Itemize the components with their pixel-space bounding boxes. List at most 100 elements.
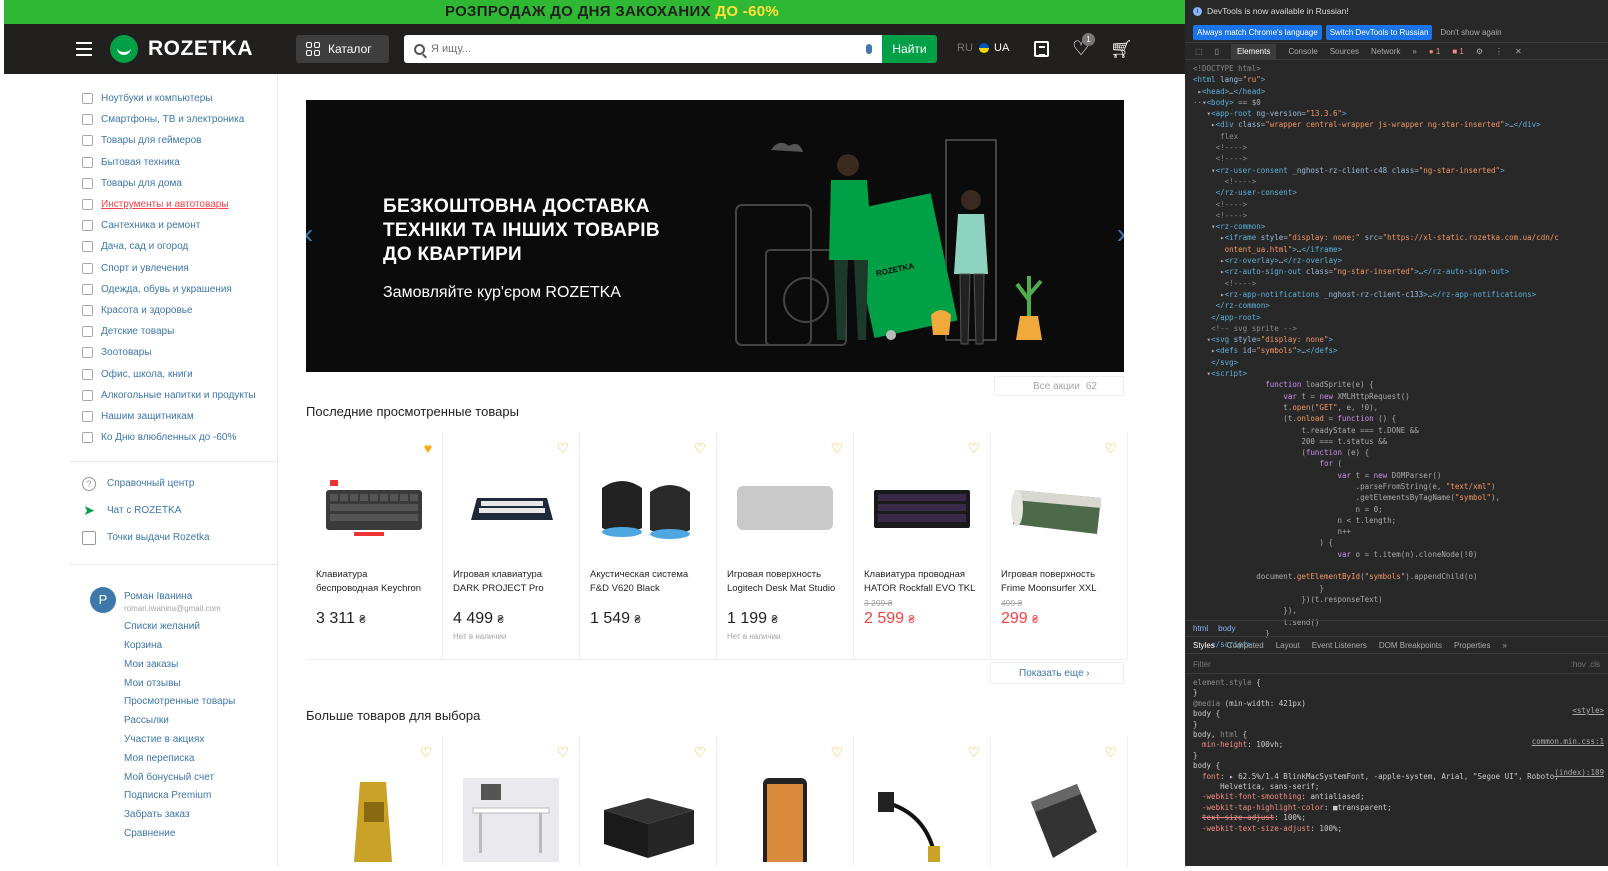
search-input[interactable] (425, 43, 866, 55)
tab-console[interactable]: Console (1288, 47, 1317, 56)
user-link[interactable]: Просмотренные товары (124, 696, 277, 715)
avatar[interactable]: P (90, 587, 116, 614)
styles-pane[interactable]: element.style { } @media (min-width: 421… (1185, 676, 1608, 836)
product-image[interactable] (590, 458, 706, 558)
tab-network[interactable]: Network (1371, 47, 1400, 56)
tab-layout[interactable]: Layout (1276, 641, 1300, 650)
product-name[interactable]: Клавиатура беспроводная Keychron (316, 568, 432, 598)
wishlist-heart-icon[interactable]: ♡ (693, 440, 706, 457)
product-card[interactable]: ♥ Клавиатура беспроводная Keychron 3 311 … (306, 432, 443, 660)
search-button[interactable]: Найти (882, 35, 937, 63)
product-image[interactable] (1001, 762, 1117, 862)
user-link[interactable]: Рассылки (124, 715, 277, 734)
wishlist-heart-icon[interactable]: ♡ (556, 440, 569, 457)
product-image[interactable] (453, 458, 569, 558)
tab-properties[interactable]: Properties (1454, 641, 1490, 650)
dom-tree[interactable]: <!DOCTYPE html> <html lang="ru"> ▸<head>… (1185, 60, 1608, 650)
sidebar-category[interactable]: Красота и здоровье (70, 300, 277, 321)
product-image[interactable] (864, 762, 980, 862)
tab-event-listeners[interactable]: Event Listeners (1312, 641, 1367, 650)
wishlist-heart-icon[interactable]: ♡ (967, 744, 980, 761)
error-count[interactable]: ● 1 (1429, 47, 1441, 56)
cart-icon[interactable]: 🛒︎ (1110, 39, 1133, 59)
more-style-tabs-icon[interactable]: » (1503, 641, 1507, 650)
chat-link[interactable]: ➤ Чат с ROZETKA (70, 497, 277, 524)
user-link[interactable]: Забрать заказ (124, 809, 277, 828)
device-toggle-icon[interactable]: ▯ (1215, 47, 1219, 56)
sidebar-category[interactable]: Зоотовары (70, 342, 277, 363)
match-language-button[interactable]: Always match Chrome's language (1193, 24, 1322, 40)
product-card[interactable]: ♡ (717, 736, 854, 866)
wishlist-heart-icon[interactable]: ♡ (830, 440, 843, 457)
close-icon[interactable]: ✕ (1515, 47, 1522, 56)
user-link[interactable]: Корзина (124, 640, 277, 659)
sidebar-category[interactable]: Нашим защитникам (70, 406, 277, 427)
tab-computed[interactable]: Computed (1227, 641, 1264, 650)
product-card[interactable]: ♡ (306, 736, 443, 866)
sidebar-category[interactable]: Дача, сад и огород (70, 236, 277, 257)
sidebar-category[interactable]: Спорт и увлечения (70, 258, 277, 279)
product-image[interactable] (316, 458, 432, 558)
rozetka-logo[interactable]: ROZETKA (110, 35, 253, 63)
wishlist-heart-icon[interactable]: ♡ (967, 440, 980, 457)
issue-count[interactable]: ■ 1 (1452, 47, 1464, 56)
product-card[interactable]: ♡ Игровая поверхность Logitech Desk Mat S… (717, 432, 854, 660)
product-image[interactable] (1001, 458, 1117, 558)
wishlist-heart-icon[interactable]: ♡ (830, 744, 843, 761)
user-link[interactable]: Моя переписка (124, 753, 277, 772)
crumb-html[interactable]: html (1193, 624, 1208, 633)
lang-ua-link[interactable]: UA (979, 42, 1009, 54)
user-name[interactable]: Роман Іванина (124, 591, 277, 602)
sidebar-category[interactable]: Ноутбуки и компьютеры (70, 88, 277, 109)
sidebar-category[interactable]: Алкогольные напитки и продукты (70, 385, 277, 406)
index-source-link[interactable]: (index):189 (1554, 768, 1604, 778)
banner-prev-arrow-icon[interactable]: ‹ (306, 220, 313, 248)
crumb-body[interactable]: body (1218, 624, 1235, 633)
switch-language-button[interactable]: Switch DevTools to Russian (1325, 24, 1433, 40)
product-image[interactable] (727, 762, 843, 866)
banner-next-arrow-icon[interactable]: › (1117, 220, 1124, 248)
sidebar-category[interactable]: Бытовая техника (70, 152, 277, 173)
product-card[interactable]: ♡ Игровая клавиатура DARK PROJECT Pro 4 4… (443, 432, 580, 660)
user-link[interactable]: Подписка Premium (124, 790, 277, 809)
product-image[interactable] (590, 762, 706, 862)
sidebar-category[interactable]: Одежда, обувь и украшения (70, 279, 277, 300)
product-card[interactable]: ♡ (443, 736, 580, 866)
filter-toggles[interactable]: :hov .cls (1571, 660, 1600, 669)
user-link[interactable]: Мои отзывы (124, 678, 277, 697)
user-link[interactable]: Сравнение (124, 828, 277, 847)
wishlist-heart-icon[interactable]: ♡ (1104, 744, 1117, 761)
tab-dom-breakpoints[interactable]: DOM Breakpoints (1379, 641, 1442, 650)
product-card[interactable]: ♡ Игровая поверхность Frime Moonsurfer XX… (991, 432, 1128, 660)
product-card[interactable]: ♡ Клавиатура проводная HATOR Rockfall EVO… (854, 432, 991, 660)
user-link[interactable]: Мои заказы (124, 659, 277, 678)
sidebar-category-active[interactable]: Инструменты и автотовары (70, 194, 277, 215)
orders-list-icon[interactable] (1034, 41, 1049, 57)
microphone-icon[interactable] (866, 44, 872, 54)
product-name[interactable]: Игровая поверхность Logitech Desk Mat Stu… (727, 568, 843, 598)
sidebar-category[interactable]: Товары для геймеров (70, 130, 277, 151)
promo-banner[interactable]: БЕЗКОШТОВНА ДОСТАВКА ТЕХНІКИ ТА ІНШИХ ТО… (306, 100, 1124, 372)
show-more-button[interactable]: Показать еще › (990, 662, 1124, 684)
user-link[interactable]: Списки желаний (124, 621, 277, 640)
catalog-button[interactable]: Каталог (296, 35, 389, 63)
wishlist-heart-icon[interactable]: ♡ (556, 744, 569, 761)
product-image[interactable] (453, 762, 569, 866)
product-image[interactable] (727, 458, 843, 558)
common-css-link[interactable]: common.min.css:1 (1532, 737, 1604, 747)
product-image[interactable] (864, 458, 980, 558)
sidebar-category[interactable]: Смартфоны, ТВ и электроника (70, 109, 277, 130)
product-card[interactable]: ♡ Акустическая система F&D V620 Black 1 5… (580, 432, 717, 660)
tab-sources[interactable]: Sources (1330, 47, 1359, 56)
more-tabs-icon[interactable]: » (1412, 47, 1416, 56)
product-name[interactable]: Клавиатура проводная HATOR Rockfall EVO T… (864, 568, 980, 598)
styles-filter[interactable]: Filter:hov .cls (1185, 656, 1608, 674)
tab-styles[interactable]: Styles (1193, 641, 1215, 650)
product-card[interactable]: ♡ (580, 736, 717, 866)
sidebar-category[interactable]: Товары для дома (70, 173, 277, 194)
help-center-link[interactable]: ? Справочный центр (70, 470, 277, 497)
sidebar-category[interactable]: Ко Дню влюбленных до -60% (70, 427, 277, 448)
dont-show-again-button[interactable]: Don't show again (1436, 25, 1505, 40)
wishlist-heart-filled-icon[interactable]: ♥ (424, 440, 432, 456)
sidebar-category[interactable]: Детские товары (70, 321, 277, 342)
